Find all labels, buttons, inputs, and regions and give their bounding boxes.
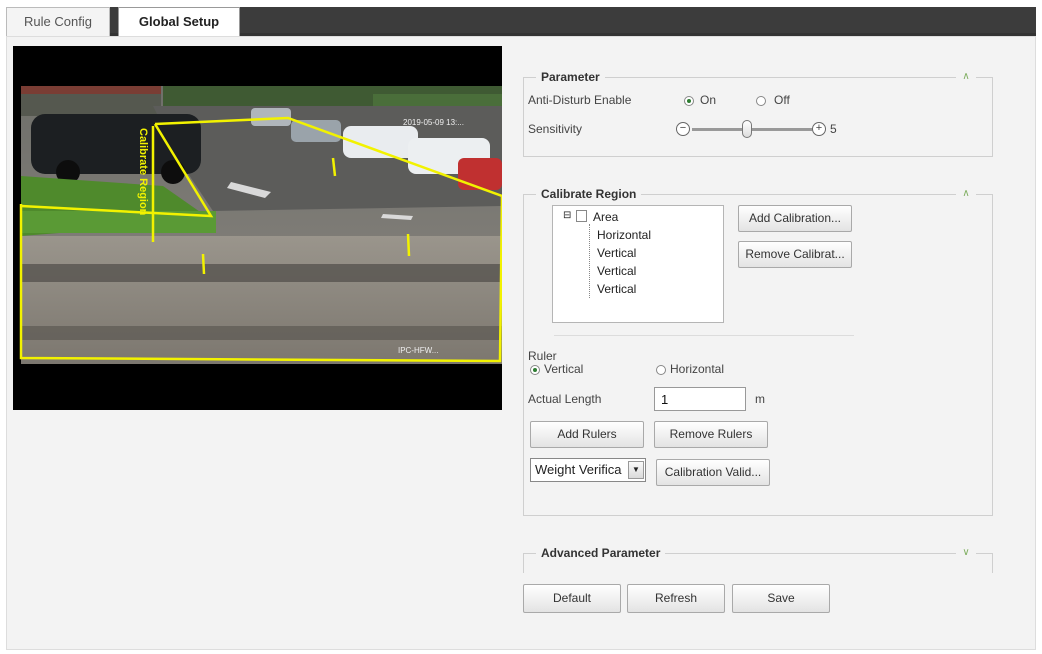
tab-bar: Rule Config Global Setup	[6, 7, 1036, 36]
expand-icon[interactable]: ∨	[956, 545, 976, 561]
advanced-parameter-group: Advanced Parameter ∨	[523, 545, 993, 573]
remove-rulers-button[interactable]: Remove Rulers	[654, 421, 768, 448]
ruler-vertical-radio[interactable]	[530, 365, 540, 375]
add-calibration-button[interactable]: Add Calibration...	[738, 205, 852, 232]
verification-select-value: Weight Verifica	[535, 462, 622, 477]
advanced-parameter-title: Advanced Parameter	[536, 546, 666, 560]
sensitivity-slider-thumb[interactable]	[742, 120, 752, 138]
ruler-label: Ruler	[528, 349, 557, 363]
collapse-icon[interactable]: ∧	[956, 186, 976, 202]
ruler-horizontal-label: Horizontal	[670, 362, 725, 376]
tab-rule-config[interactable]: Rule Config	[6, 7, 110, 36]
collapse-icon[interactable]: ∧	[956, 69, 976, 85]
anti-disturb-label: Anti-Disturb Enable	[528, 93, 632, 107]
parameter-group: Parameter ∧ Anti-Disturb Enable On Off S…	[523, 69, 993, 157]
sensitivity-value: 5	[830, 122, 837, 136]
calibrate-region-overlay-label: Calibrate Region	[137, 128, 149, 216]
tree-item-vertical[interactable]: Vertical	[597, 246, 636, 260]
refresh-button[interactable]: Refresh	[627, 584, 725, 613]
minus-icon[interactable]: −	[676, 122, 690, 136]
calibration-valid-button[interactable]: Calibration Valid...	[656, 459, 770, 486]
video-timestamp-bottom: IPC-HFW...	[398, 346, 439, 355]
divider	[554, 335, 854, 336]
actual-length-label: Actual Length	[528, 392, 602, 406]
plus-icon[interactable]: +	[812, 122, 826, 136]
tree-item-vertical[interactable]: Vertical	[597, 264, 636, 278]
remove-calibration-button[interactable]: Remove Calibrat...	[738, 241, 852, 268]
calibrate-region-title: Calibrate Region	[536, 187, 642, 201]
verification-select[interactable]: Weight Verifica ▼	[530, 458, 646, 482]
tree-item-vertical[interactable]: Vertical	[597, 282, 636, 296]
tree-item-area[interactable]: Area	[593, 210, 618, 224]
anti-disturb-off-radio[interactable]	[756, 96, 766, 106]
tree-item-horizontal[interactable]: Horizontal	[597, 228, 651, 242]
anti-disturb-off-label: Off	[774, 93, 790, 107]
ruler-horizontal-radio[interactable]	[656, 365, 666, 375]
actual-length-input[interactable]	[654, 387, 746, 411]
add-rulers-button[interactable]: Add Rulers	[530, 421, 644, 448]
parameter-title: Parameter	[536, 70, 605, 84]
tree-expand-icon[interactable]: ⊟	[563, 210, 571, 221]
save-button[interactable]: Save	[732, 584, 830, 613]
tree-folder-icon	[576, 210, 587, 222]
sensitivity-slider-track[interactable]	[692, 128, 812, 131]
video-preview[interactable]: Calibrate Region 2019-05-09 13:... IPC-H…	[13, 46, 502, 410]
unit-label: m	[755, 392, 765, 406]
video-frame	[13, 46, 502, 410]
sensitivity-label: Sensitivity	[528, 122, 583, 136]
anti-disturb-on-label: On	[700, 93, 717, 107]
ruler-vertical-label: Vertical	[544, 362, 584, 376]
anti-disturb-on-radio[interactable]	[684, 96, 694, 106]
calibrate-region-group: Calibrate Region ∧ ⊟ Area Horizontal Ver…	[523, 186, 993, 516]
calibration-tree[interactable]: ⊟ Area Horizontal Vertical Vertical Vert…	[552, 205, 724, 323]
global-setup-panel: Calibrate Region 2019-05-09 13:... IPC-H…	[6, 36, 1036, 650]
video-timestamp-top: 2019-05-09 13:...	[403, 118, 464, 127]
default-button[interactable]: Default	[523, 584, 621, 613]
tab-global-setup[interactable]: Global Setup	[118, 7, 240, 36]
chevron-down-icon[interactable]: ▼	[628, 461, 644, 479]
